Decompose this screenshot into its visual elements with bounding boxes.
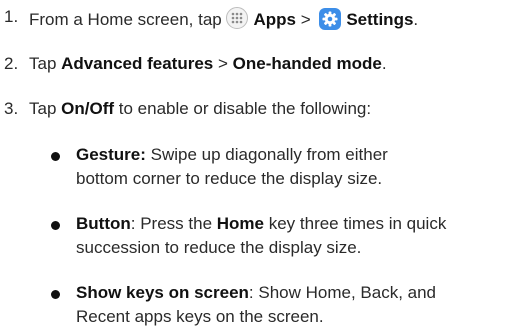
settings-gear-icon <box>319 8 342 30</box>
home-key-label: Home <box>216 214 264 233</box>
bullet-term: Gesture: <box>76 145 146 164</box>
bullet-dot <box>51 152 60 161</box>
separator: > <box>295 10 316 29</box>
bullet-dot <box>51 290 60 299</box>
step-suffix: . <box>381 54 387 73</box>
step-number: 3. <box>4 99 19 118</box>
step-prefix: Tap <box>29 99 62 118</box>
advanced-features-label: Advanced features <box>61 54 214 73</box>
step-number: 1. <box>4 7 19 26</box>
step-text: From a Home screen, tap Apps > Settings. <box>29 7 418 30</box>
bullet-text: key three times in quick <box>263 214 447 233</box>
bullet-term: Show keys on screen <box>76 283 249 302</box>
step-prefix: From a Home screen, tap <box>29 10 227 29</box>
apps-grid-icon <box>226 7 249 29</box>
bullet-text: : Show Home, Back, and <box>248 283 436 302</box>
step-suffix: . <box>413 10 419 29</box>
bullet-term: Button <box>76 214 131 233</box>
step-suffix: to enable or disable the following: <box>114 99 372 118</box>
bullet-line-1: Gesture: Swipe up diagonally from either <box>76 145 388 165</box>
one-handed-mode-label: One-handed mode <box>232 54 382 73</box>
apps-label: Apps <box>253 10 296 29</box>
bullet-text: Swipe up diagonally from either <box>145 145 388 164</box>
step-text: Tap Advanced features > One-handed mode. <box>29 54 387 74</box>
bullet-line-1: Button: Press the Home key three times i… <box>76 214 446 234</box>
step-text: Tap On/Off to enable or disable the foll… <box>29 99 371 119</box>
bullet-line-2: succession to reduce the display size. <box>76 238 362 257</box>
instructions: 1. From a Home screen, tap Apps > Settin… <box>0 0 528 336</box>
bullet-dot <box>51 221 60 230</box>
bullet-line-1: Show keys on screen: Show Home, Back, an… <box>76 283 436 303</box>
bullet-line-2: Recent apps keys on the screen. <box>76 307 324 326</box>
step-prefix: Tap <box>29 54 62 73</box>
bullet-text: : Press the <box>130 214 217 233</box>
settings-label: Settings <box>346 10 414 29</box>
bullet-line-2: bottom corner to reduce the display size… <box>76 169 383 188</box>
on-off-label: On/Off <box>61 99 115 118</box>
step-number: 2. <box>4 54 19 73</box>
separator: > <box>213 54 233 73</box>
